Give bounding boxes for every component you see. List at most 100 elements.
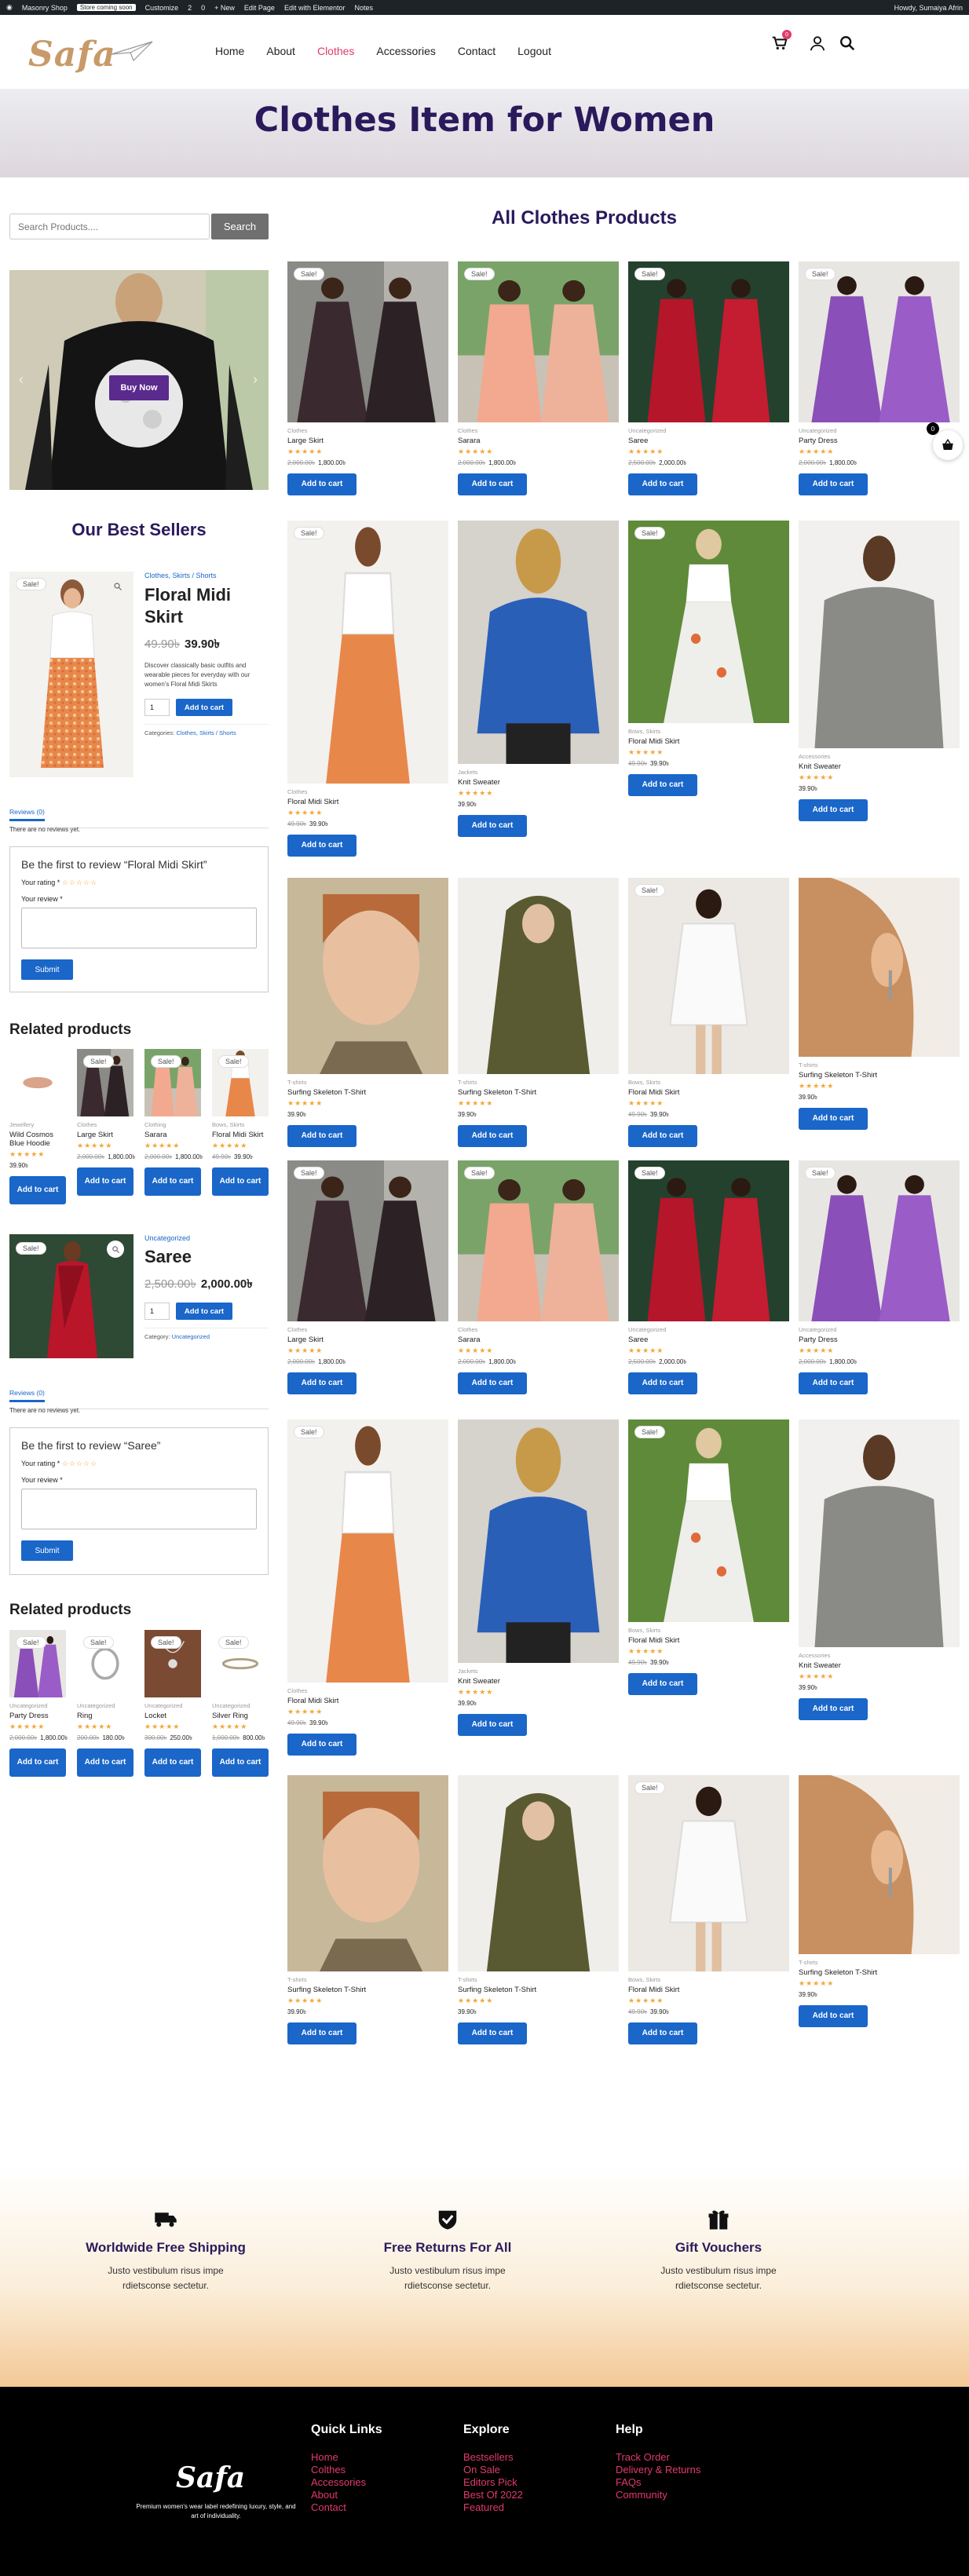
- product-name[interactable]: Party Dress: [9, 1712, 66, 1720]
- product-image[interactable]: Sale!: [287, 261, 448, 422]
- add-to-cart-button[interactable]: Add to cart: [628, 774, 697, 796]
- admin-comments[interactable]: 0: [201, 4, 205, 12]
- footer-link[interactable]: Delivery & Returns: [616, 2464, 700, 2476]
- admin-elementor[interactable]: Edit with Elementor: [284, 4, 346, 12]
- footer-link[interactable]: On Sale: [463, 2464, 523, 2476]
- add-to-cart-button[interactable]: Add to cart: [458, 2022, 527, 2044]
- reviews-tab[interactable]: Reviews (0): [9, 1385, 45, 1402]
- product-name[interactable]: Floral Midi Skirt: [287, 798, 448, 806]
- footer-link[interactable]: Accessories: [311, 2476, 382, 2489]
- add-to-cart-button[interactable]: Add to cart: [799, 1698, 868, 1720]
- review-textarea[interactable]: [21, 908, 257, 948]
- footer-link[interactable]: Home: [311, 2451, 382, 2464]
- product-image[interactable]: Sale!: [458, 261, 619, 422]
- product-image[interactable]: [287, 1775, 448, 1971]
- product-name[interactable]: Locket: [144, 1712, 201, 1720]
- product-image[interactable]: Sale!: [628, 261, 789, 422]
- product-name[interactable]: Saree: [628, 437, 789, 445]
- product-image[interactable]: Sale!: [628, 1420, 789, 1622]
- product-name[interactable]: Wild Cosmos Blue Hoodie: [9, 1131, 66, 1148]
- zoom-button[interactable]: [107, 1240, 124, 1258]
- product-image[interactable]: Sale!: [628, 1775, 789, 1971]
- product-image[interactable]: Sale!: [628, 878, 789, 1074]
- product-name[interactable]: Silver Ring: [212, 1712, 269, 1720]
- product-image[interactable]: [799, 878, 960, 1057]
- add-to-cart-button[interactable]: Add to cart: [144, 1167, 201, 1196]
- nav-logout[interactable]: Logout: [517, 45, 551, 57]
- add-to-cart-button[interactable]: Add to cart: [628, 1673, 697, 1695]
- product-image[interactable]: Sale!: [144, 1630, 201, 1697]
- footer-link[interactable]: Contact: [311, 2501, 382, 2514]
- product-name[interactable]: Sarara: [458, 437, 619, 445]
- admin-updates[interactable]: 2: [188, 4, 192, 12]
- add-to-cart-button[interactable]: Add to cart: [144, 1748, 201, 1777]
- product-image[interactable]: Sale!: [77, 1630, 133, 1697]
- product-name[interactable]: Large Skirt: [287, 437, 448, 445]
- footer-link[interactable]: Track Order: [616, 2451, 700, 2464]
- add-to-cart-button[interactable]: Add to cart: [9, 1176, 66, 1204]
- nav-clothes[interactable]: Clothes: [317, 45, 354, 57]
- product-name[interactable]: Floral Midi Skirt: [628, 1088, 789, 1097]
- add-to-cart-button[interactable]: Add to cart: [628, 1372, 697, 1394]
- product-image[interactable]: Sale!: [212, 1049, 269, 1116]
- product-image[interactable]: Sale!: [458, 1160, 619, 1321]
- product-image[interactable]: Sale!: [287, 521, 448, 784]
- add-to-cart-button[interactable]: Add to cart: [287, 1125, 357, 1147]
- buy-now-button[interactable]: Buy Now: [109, 375, 169, 400]
- product-name[interactable]: Surfing Skeleton T-Shirt: [287, 1986, 448, 1994]
- footer-link[interactable]: About: [311, 2489, 382, 2501]
- product-name[interactable]: Large Skirt: [77, 1131, 133, 1139]
- footer-link[interactable]: Best Of 2022: [463, 2489, 523, 2501]
- product-image[interactable]: Sale!: [287, 1420, 448, 1683]
- reviews-tab[interactable]: Reviews (0): [9, 804, 45, 821]
- product-name[interactable]: Surfing Skeleton T-Shirt: [799, 1071, 960, 1080]
- footer-logo[interactable]: Safa: [176, 2461, 245, 2494]
- add-to-cart-button[interactable]: Add to cart: [458, 1372, 527, 1394]
- product-name[interactable]: Party Dress: [799, 1336, 960, 1344]
- product-name[interactable]: Knit Sweater: [458, 1677, 619, 1686]
- featured-product-image[interactable]: [9, 572, 133, 777]
- rating-stars-input[interactable]: ☆☆☆☆☆: [62, 879, 97, 886]
- add-to-cart-button[interactable]: Add to cart: [799, 1372, 868, 1394]
- add-to-cart-button[interactable]: Add to cart: [212, 1748, 269, 1777]
- product-name[interactable]: Surfing Skeleton T-Shirt: [458, 1986, 619, 1994]
- product-image[interactable]: Sale!: [799, 1160, 960, 1321]
- product-name[interactable]: Knit Sweater: [799, 1661, 960, 1670]
- add-to-cart-button[interactable]: Add to cart: [9, 1748, 66, 1777]
- product-name[interactable]: Surfing Skeleton T-Shirt: [458, 1088, 619, 1097]
- add-to-cart-button[interactable]: Add to cart: [799, 473, 868, 495]
- add-to-cart-button[interactable]: Add to cart: [287, 835, 357, 857]
- add-to-cart-button[interactable]: Add to cart: [287, 2022, 357, 2044]
- product-name[interactable]: Floral Midi Skirt: [628, 1986, 789, 1994]
- product-image[interactable]: Sale!: [628, 1160, 789, 1321]
- product-name[interactable]: Large Skirt: [287, 1336, 448, 1344]
- add-to-cart-button[interactable]: Add to cart: [176, 1303, 232, 1320]
- admin-site-name[interactable]: Masonry Shop: [22, 4, 68, 12]
- add-to-cart-button[interactable]: Add to cart: [799, 799, 868, 821]
- header-search[interactable]: [839, 35, 857, 53]
- add-to-cart-button[interactable]: Add to cart: [77, 1167, 133, 1196]
- product-name[interactable]: Floral Midi Skirt: [628, 737, 789, 746]
- product-image[interactable]: Sale!: [77, 1049, 133, 1116]
- product-breadcrumb[interactable]: Clothes, Skirts / Shorts: [144, 572, 269, 579]
- add-to-cart-button[interactable]: Add to cart: [799, 1108, 868, 1130]
- product-name[interactable]: Saree: [628, 1336, 789, 1344]
- product-image[interactable]: [458, 878, 619, 1074]
- submit-review-button[interactable]: Submit: [21, 959, 73, 980]
- product-image[interactable]: [458, 521, 619, 764]
- footer-link[interactable]: Featured: [463, 2501, 523, 2514]
- product-image[interactable]: Sale!: [144, 1049, 201, 1116]
- add-to-cart-button[interactable]: Add to cart: [458, 1714, 527, 1736]
- admin-greeting[interactable]: Howdy, Sumaiya Afrin: [894, 4, 963, 12]
- product-image[interactable]: Sale!: [628, 521, 789, 723]
- floating-cart-button[interactable]: 0: [927, 422, 963, 460]
- product-image[interactable]: [9, 1049, 66, 1116]
- product-name[interactable]: Knit Sweater: [799, 762, 960, 771]
- quantity-input[interactable]: 1: [144, 699, 170, 716]
- footer-link[interactable]: Bestsellers: [463, 2451, 523, 2464]
- search-input[interactable]: [9, 214, 210, 239]
- product-image[interactable]: Sale!: [9, 1630, 66, 1697]
- add-to-cart-button[interactable]: Add to cart: [458, 473, 527, 495]
- add-to-cart-button[interactable]: Add to cart: [77, 1748, 133, 1777]
- product-image[interactable]: [458, 1420, 619, 1663]
